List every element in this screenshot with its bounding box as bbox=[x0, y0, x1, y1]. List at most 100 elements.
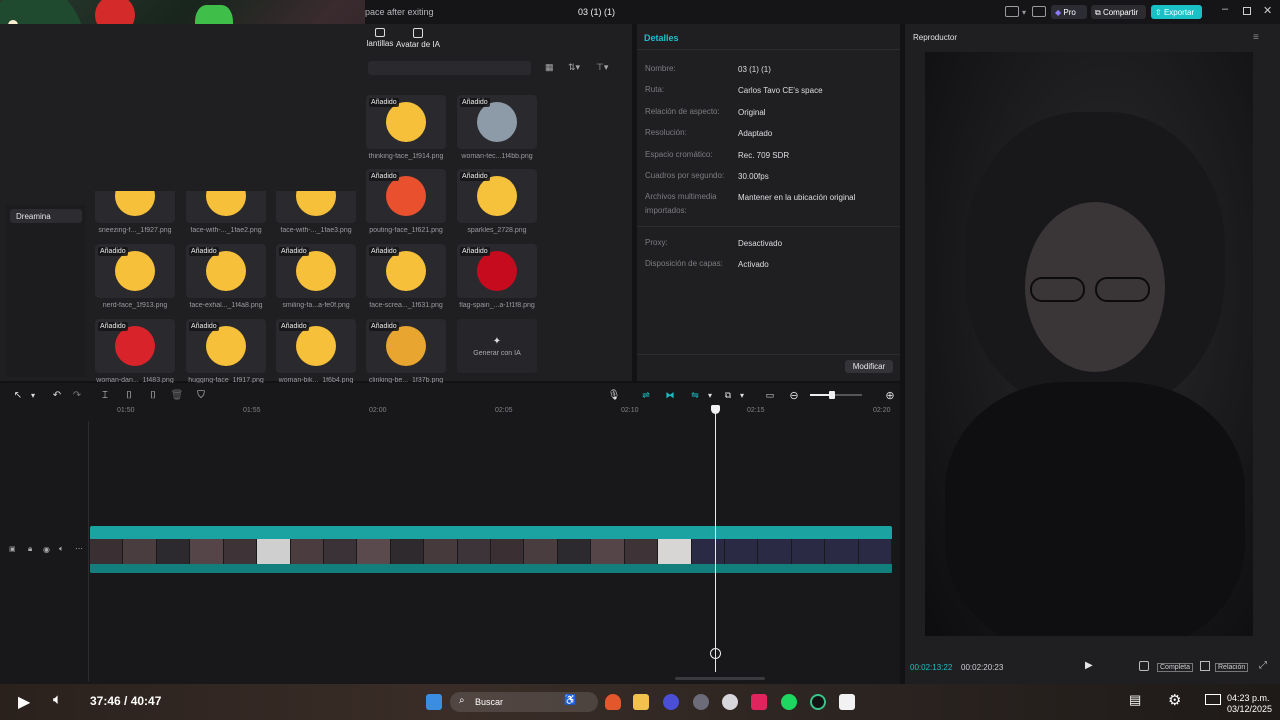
media-item[interactable]: Añadido pouting-face_1f621.png bbox=[366, 169, 446, 234]
layout-icon[interactable] bbox=[1005, 6, 1019, 17]
media-item[interactable]: Añadido face-with-..._1fae2.png bbox=[186, 169, 266, 234]
media-item[interactable]: Añadido flag-spain_...a-1f1f8.png bbox=[457, 244, 537, 309]
split-left-icon[interactable]: ⌷ bbox=[122, 388, 136, 402]
media-thumbnail[interactable]: Añadido bbox=[366, 95, 446, 149]
media-item[interactable]: Añadido nerd-face_1f913.png bbox=[95, 244, 175, 309]
media-item[interactable]: Añadido clinking-be..._1f37b.png bbox=[366, 319, 446, 384]
media-thumbnail[interactable]: Añadido bbox=[366, 169, 446, 223]
volume-icon[interactable]: 🔈︎ bbox=[53, 691, 62, 708]
track-cover-icon[interactable]: ▣ bbox=[9, 545, 16, 553]
brave-icon[interactable] bbox=[605, 694, 621, 710]
share-button[interactable]: ⧉ Compartir bbox=[1091, 5, 1146, 19]
fullscreen-mode-icon[interactable] bbox=[1139, 661, 1149, 671]
timeline-scrollbar[interactable] bbox=[675, 677, 765, 680]
minimize-icon[interactable]: – bbox=[1222, 3, 1228, 15]
windows-start-icon[interactable] bbox=[426, 694, 442, 710]
delete-icon[interactable]: 🗑 bbox=[170, 388, 184, 402]
more-icon[interactable]: ⋯ bbox=[75, 544, 83, 553]
media-item[interactable]: Añadido woman-dan..._1f483.png bbox=[95, 319, 175, 384]
pro-button[interactable]: ◆ Pro bbox=[1051, 5, 1087, 19]
app-icon[interactable] bbox=[663, 694, 679, 710]
media-thumbnail[interactable]: Añadido bbox=[186, 319, 266, 373]
close-icon[interactable]: ✕ bbox=[1263, 4, 1272, 17]
link-magnet-icon[interactable]: ⇌ bbox=[639, 388, 653, 402]
zoom-in-icon[interactable]: ⊕ bbox=[883, 388, 897, 402]
preview-axis-icon[interactable]: ⧉ bbox=[721, 388, 735, 402]
media-thumbnail[interactable]: Añadido bbox=[366, 244, 446, 298]
media-thumbnail[interactable]: Añadido bbox=[457, 169, 537, 223]
taskbar-search[interactable]: ⌕ Buscar ♿ bbox=[450, 692, 598, 712]
menu-icon[interactable]: ≡ bbox=[1253, 32, 1259, 43]
generate-ai-tile[interactable]: ✦ Generar con IA bbox=[457, 319, 537, 373]
media-item[interactable]: Añadido sparkles_2728.png bbox=[457, 169, 537, 234]
media-item[interactable]: Añadido face-with-..._1fae3.png bbox=[276, 169, 356, 234]
media-item[interactable]: Añadido sneezing-f..._1f927.png bbox=[95, 169, 175, 234]
eye-icon[interactable]: ◉ bbox=[43, 545, 50, 554]
chevron-down-icon[interactable]: ▾ bbox=[735, 388, 749, 402]
focus-icon[interactable] bbox=[1200, 661, 1210, 671]
chevron-down-icon[interactable]: ▾ bbox=[26, 388, 40, 402]
select-tool-icon[interactable]: ↖ bbox=[11, 388, 25, 402]
shield-icon[interactable]: ⛉ bbox=[194, 388, 208, 402]
playhead-handle[interactable] bbox=[711, 405, 720, 414]
media-thumbnail[interactable]: Añadido bbox=[95, 319, 175, 373]
media-app-icon[interactable] bbox=[693, 694, 709, 710]
media-item[interactable]: Añadido woman-bik..._1f6b4.png bbox=[276, 319, 356, 384]
miniplayer-icon[interactable] bbox=[1205, 694, 1221, 705]
media-thumbnail[interactable]: Añadido bbox=[457, 95, 537, 149]
media-thumbnail[interactable]: Añadido bbox=[276, 244, 356, 298]
media-thumbnail[interactable]: Añadido bbox=[186, 191, 266, 223]
speaker-icon[interactable]: 🔈︎ bbox=[59, 544, 64, 554]
media-thumbnail[interactable]: Añadido bbox=[95, 191, 175, 223]
play-icon[interactable]: ▶ bbox=[1085, 660, 1093, 671]
playhead-bottom-handle[interactable] bbox=[710, 648, 721, 659]
zoom-slider-handle[interactable] bbox=[829, 391, 835, 399]
media-item[interactable]: Añadido hugging-face_1f917.png bbox=[186, 319, 266, 384]
lock-icon[interactable]: 🔒︎ bbox=[28, 544, 32, 554]
media-thumbnail[interactable]: Añadido bbox=[95, 244, 175, 298]
expand-icon[interactable]: ⤢ bbox=[1259, 660, 1267, 671]
video-clip[interactable] bbox=[90, 526, 892, 573]
media-item[interactable]: Añadido face-screa..._1f631.png bbox=[366, 244, 446, 309]
zoom-slider[interactable] bbox=[810, 391, 862, 399]
undo-icon[interactable]: ↶ bbox=[50, 388, 64, 402]
chevron-down-icon[interactable]: ▾ bbox=[703, 388, 717, 402]
player-video[interactable] bbox=[925, 52, 1253, 636]
spotify-icon[interactable] bbox=[781, 694, 797, 710]
shortcut-icon[interactable] bbox=[1032, 6, 1046, 17]
capcut-icon[interactable] bbox=[839, 694, 855, 710]
snap-icon[interactable]: ⧓ bbox=[663, 388, 677, 402]
modify-button[interactable]: Modificar bbox=[845, 360, 893, 373]
media-item[interactable]: Añadido face-exhal..._1f4a8.png bbox=[186, 244, 266, 309]
split-icon[interactable]: ⌶ bbox=[98, 388, 112, 402]
media-thumbnail[interactable]: Añadido bbox=[276, 191, 356, 223]
microphone-icon[interactable]: 🎙 bbox=[607, 388, 621, 402]
zoom-out-icon[interactable]: ⊖ bbox=[787, 388, 801, 402]
ratio-button[interactable]: Relación bbox=[1215, 663, 1249, 672]
captions-icon[interactable]: ▤ bbox=[1129, 692, 1141, 708]
playhead[interactable] bbox=[710, 405, 721, 672]
play-icon[interactable]: ▶ bbox=[18, 692, 30, 712]
redo-icon[interactable]: ↷ bbox=[70, 388, 84, 402]
media-item[interactable]: Añadido woman-tec...1f4bb.png bbox=[457, 95, 537, 160]
maximize-icon[interactable] bbox=[1243, 7, 1251, 15]
full-button[interactable]: Completa bbox=[1157, 663, 1193, 672]
obs-icon[interactable] bbox=[722, 694, 738, 710]
media-thumbnail[interactable]: Añadido bbox=[186, 244, 266, 298]
tiktok-icon[interactable] bbox=[751, 694, 767, 710]
ruler[interactable] bbox=[0, 407, 900, 408]
media-item[interactable]: Añadido thinking-face_1f914.png bbox=[366, 95, 446, 160]
file-explorer-icon[interactable] bbox=[633, 694, 649, 710]
caption-icon[interactable]: ▭ bbox=[763, 388, 777, 402]
split-right-icon[interactable]: ⌷ bbox=[146, 388, 160, 402]
media-thumbnail[interactable]: Añadido bbox=[276, 319, 356, 373]
generate-ai-thumbnail[interactable]: ✦ Generar con IA bbox=[457, 319, 537, 373]
chevron-down-icon[interactable]: ▾ bbox=[1022, 8, 1026, 17]
media-item[interactable]: Añadido smiling-fa...a-fe0f.png bbox=[276, 244, 356, 309]
export-button[interactable]: ⇧ Exportar bbox=[1151, 5, 1202, 19]
refresh-app-icon[interactable] bbox=[810, 694, 826, 710]
media-thumbnail[interactable]: Añadido bbox=[457, 244, 537, 298]
linkage-icon[interactable]: ⇋ bbox=[688, 388, 702, 402]
gear-icon[interactable]: ⚙ bbox=[1168, 691, 1181, 709]
media-thumbnail[interactable]: Añadido bbox=[366, 319, 446, 373]
